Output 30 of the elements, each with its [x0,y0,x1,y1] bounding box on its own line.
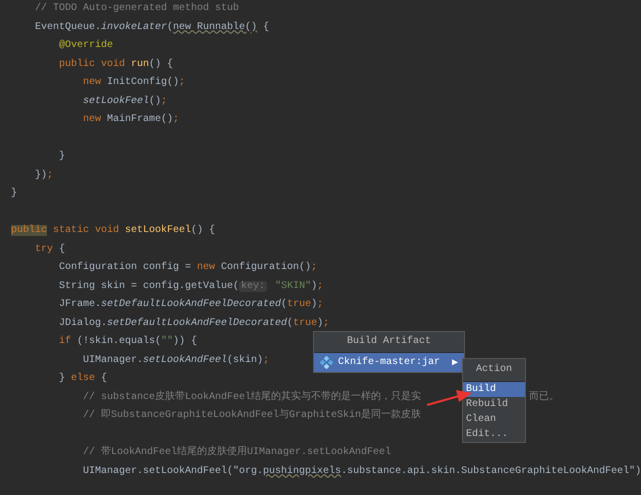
code-line: // 即SubstanceGraphiteLookAndFeel与GraphiteSkin是同一款皮肤 [82,408,422,423]
code-line: // 带LookAndFeel结尾的皮肤使用UIManager.setLookAndFeel [82,444,392,460]
menu-item[interactable]: Clean [463,412,525,427]
code-line: JDialog.setDefaultLookAndFeelDecorated(true); [58,316,330,330]
code-line: UIManager.setLookAndFeel("org.pushingpixels.substance.api.skin.SubstanceGraphiteLookAndFeel") [82,464,641,478]
menu-item[interactable]: Rebuild [463,397,525,412]
code-line: } else { [58,372,108,386]
menu-item[interactable]: Edit... [463,427,525,442]
code-line: new MainFrame(); [82,112,180,127]
code-line: EventQueue.invokeLater(new Runnable() { [34,20,270,34]
code-line: } [11,186,18,201]
code-line: UIManager.setLookAndFeel(skin); [82,354,270,368]
code-line: Configuration config = new Configuration(); [58,260,318,275]
code-line: @Override [58,38,114,53]
code-line: }); [34,168,54,182]
code-line: public static void setLookFeel() { [11,224,216,238]
code-line: JFrame.setDefaultLookAndFeelDecorated(true); [58,298,324,312]
code-line: setLookFeel(); [82,94,168,108]
code-line: if (!skin.equals("")) { [58,334,198,349]
code-line: try { [34,242,66,256]
code-line: // TODO Auto-generated method stub [34,2,240,16]
menu-item[interactable]: Build [463,382,525,397]
code-line: public void run() { [58,58,174,72]
code-line: // substance皮肤带LookAndFeel结尾的其实与不带的是一样的，只是实 [82,390,422,404]
code-line: new InitConfig(); [82,76,186,90]
code-fragment: 而已。 [529,390,560,404]
code-line: String skin = config.getValue( key: "SKIN"); [58,280,324,294]
menu-item[interactable]: Cknife-master:jar ▶ [314,353,464,372]
code-line: } [58,150,66,164]
diamond-cluster-icon [320,356,333,369]
